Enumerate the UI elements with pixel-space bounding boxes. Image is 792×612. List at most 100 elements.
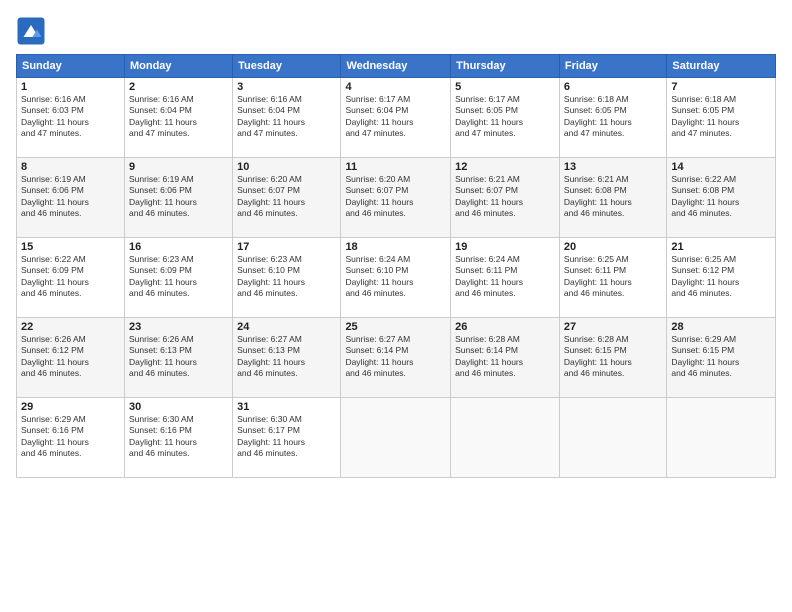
day-info: Sunrise: 6:19 AM Sunset: 6:06 PM Dayligh… <box>21 174 120 220</box>
day-header-thursday: Thursday <box>451 55 560 78</box>
day-number: 16 <box>129 241 228 253</box>
calendar-cell: 26Sunrise: 6:28 AM Sunset: 6:14 PM Dayli… <box>451 318 560 398</box>
day-info: Sunrise: 6:28 AM Sunset: 6:15 PM Dayligh… <box>564 334 662 380</box>
day-info: Sunrise: 6:23 AM Sunset: 6:10 PM Dayligh… <box>237 254 336 300</box>
calendar-cell: 31Sunrise: 6:30 AM Sunset: 6:17 PM Dayli… <box>233 398 341 478</box>
day-number: 25 <box>345 321 446 333</box>
day-header-monday: Monday <box>124 55 232 78</box>
day-info: Sunrise: 6:17 AM Sunset: 6:05 PM Dayligh… <box>455 94 555 140</box>
day-number: 9 <box>129 161 228 173</box>
day-number: 4 <box>345 81 446 93</box>
day-info: Sunrise: 6:20 AM Sunset: 6:07 PM Dayligh… <box>237 174 336 220</box>
calendar-cell: 15Sunrise: 6:22 AM Sunset: 6:09 PM Dayli… <box>17 238 125 318</box>
calendar-cell <box>667 398 776 478</box>
calendar-cell: 29Sunrise: 6:29 AM Sunset: 6:16 PM Dayli… <box>17 398 125 478</box>
calendar-cell <box>559 398 666 478</box>
calendar-cell: 16Sunrise: 6:23 AM Sunset: 6:09 PM Dayli… <box>124 238 232 318</box>
day-number: 11 <box>345 161 446 173</box>
calendar-cell: 6Sunrise: 6:18 AM Sunset: 6:05 PM Daylig… <box>559 78 666 158</box>
day-info: Sunrise: 6:20 AM Sunset: 6:07 PM Dayligh… <box>345 174 446 220</box>
day-number: 1 <box>21 81 120 93</box>
day-number: 21 <box>671 241 771 253</box>
calendar-cell: 4Sunrise: 6:17 AM Sunset: 6:04 PM Daylig… <box>341 78 451 158</box>
day-header-sunday: Sunday <box>17 55 125 78</box>
day-info: Sunrise: 6:16 AM Sunset: 6:04 PM Dayligh… <box>237 94 336 140</box>
day-number: 14 <box>671 161 771 173</box>
day-info: Sunrise: 6:22 AM Sunset: 6:09 PM Dayligh… <box>21 254 120 300</box>
calendar-week-2: 8Sunrise: 6:19 AM Sunset: 6:06 PM Daylig… <box>17 158 776 238</box>
day-info: Sunrise: 6:30 AM Sunset: 6:16 PM Dayligh… <box>129 414 228 460</box>
calendar-cell: 18Sunrise: 6:24 AM Sunset: 6:10 PM Dayli… <box>341 238 451 318</box>
day-number: 20 <box>564 241 662 253</box>
day-number: 23 <box>129 321 228 333</box>
day-number: 15 <box>21 241 120 253</box>
day-number: 8 <box>21 161 120 173</box>
day-number: 13 <box>564 161 662 173</box>
day-info: Sunrise: 6:30 AM Sunset: 6:17 PM Dayligh… <box>237 414 336 460</box>
day-info: Sunrise: 6:26 AM Sunset: 6:12 PM Dayligh… <box>21 334 120 380</box>
day-number: 28 <box>671 321 771 333</box>
day-number: 22 <box>21 321 120 333</box>
calendar-container: SundayMondayTuesdayWednesdayThursdayFrid… <box>0 0 792 612</box>
calendar-week-5: 29Sunrise: 6:29 AM Sunset: 6:16 PM Dayli… <box>17 398 776 478</box>
day-number: 5 <box>455 81 555 93</box>
day-header-wednesday: Wednesday <box>341 55 451 78</box>
day-info: Sunrise: 6:29 AM Sunset: 6:16 PM Dayligh… <box>21 414 120 460</box>
calendar-cell <box>451 398 560 478</box>
day-info: Sunrise: 6:29 AM Sunset: 6:15 PM Dayligh… <box>671 334 771 380</box>
calendar-cell: 27Sunrise: 6:28 AM Sunset: 6:15 PM Dayli… <box>559 318 666 398</box>
day-number: 3 <box>237 81 336 93</box>
day-number: 7 <box>671 81 771 93</box>
day-info: Sunrise: 6:27 AM Sunset: 6:13 PM Dayligh… <box>237 334 336 380</box>
logo-icon <box>16 16 46 46</box>
day-info: Sunrise: 6:27 AM Sunset: 6:14 PM Dayligh… <box>345 334 446 380</box>
day-info: Sunrise: 6:18 AM Sunset: 6:05 PM Dayligh… <box>671 94 771 140</box>
day-number: 19 <box>455 241 555 253</box>
calendar-cell: 22Sunrise: 6:26 AM Sunset: 6:12 PM Dayli… <box>17 318 125 398</box>
calendar-cell: 13Sunrise: 6:21 AM Sunset: 6:08 PM Dayli… <box>559 158 666 238</box>
calendar-cell <box>341 398 451 478</box>
day-info: Sunrise: 6:18 AM Sunset: 6:05 PM Dayligh… <box>564 94 662 140</box>
day-info: Sunrise: 6:25 AM Sunset: 6:11 PM Dayligh… <box>564 254 662 300</box>
day-number: 26 <box>455 321 555 333</box>
day-info: Sunrise: 6:22 AM Sunset: 6:08 PM Dayligh… <box>671 174 771 220</box>
calendar-cell: 3Sunrise: 6:16 AM Sunset: 6:04 PM Daylig… <box>233 78 341 158</box>
logo <box>16 16 50 46</box>
day-number: 17 <box>237 241 336 253</box>
calendar-cell: 11Sunrise: 6:20 AM Sunset: 6:07 PM Dayli… <box>341 158 451 238</box>
calendar-cell: 24Sunrise: 6:27 AM Sunset: 6:13 PM Dayli… <box>233 318 341 398</box>
calendar-week-1: 1Sunrise: 6:16 AM Sunset: 6:03 PM Daylig… <box>17 78 776 158</box>
calendar-cell: 28Sunrise: 6:29 AM Sunset: 6:15 PM Dayli… <box>667 318 776 398</box>
day-number: 2 <box>129 81 228 93</box>
calendar-cell: 14Sunrise: 6:22 AM Sunset: 6:08 PM Dayli… <box>667 158 776 238</box>
day-number: 27 <box>564 321 662 333</box>
day-info: Sunrise: 6:25 AM Sunset: 6:12 PM Dayligh… <box>671 254 771 300</box>
day-info: Sunrise: 6:21 AM Sunset: 6:07 PM Dayligh… <box>455 174 555 220</box>
day-number: 6 <box>564 81 662 93</box>
day-number: 24 <box>237 321 336 333</box>
day-info: Sunrise: 6:16 AM Sunset: 6:04 PM Dayligh… <box>129 94 228 140</box>
day-number: 12 <box>455 161 555 173</box>
day-header-friday: Friday <box>559 55 666 78</box>
calendar-cell: 17Sunrise: 6:23 AM Sunset: 6:10 PM Dayli… <box>233 238 341 318</box>
calendar-cell: 2Sunrise: 6:16 AM Sunset: 6:04 PM Daylig… <box>124 78 232 158</box>
day-info: Sunrise: 6:23 AM Sunset: 6:09 PM Dayligh… <box>129 254 228 300</box>
day-number: 29 <box>21 401 120 413</box>
day-info: Sunrise: 6:16 AM Sunset: 6:03 PM Dayligh… <box>21 94 120 140</box>
day-info: Sunrise: 6:19 AM Sunset: 6:06 PM Dayligh… <box>129 174 228 220</box>
calendar-cell: 12Sunrise: 6:21 AM Sunset: 6:07 PM Dayli… <box>451 158 560 238</box>
day-header-tuesday: Tuesday <box>233 55 341 78</box>
day-number: 18 <box>345 241 446 253</box>
calendar-cell: 30Sunrise: 6:30 AM Sunset: 6:16 PM Dayli… <box>124 398 232 478</box>
day-info: Sunrise: 6:21 AM Sunset: 6:08 PM Dayligh… <box>564 174 662 220</box>
day-number: 10 <box>237 161 336 173</box>
calendar-cell: 21Sunrise: 6:25 AM Sunset: 6:12 PM Dayli… <box>667 238 776 318</box>
calendar-cell: 1Sunrise: 6:16 AM Sunset: 6:03 PM Daylig… <box>17 78 125 158</box>
calendar-week-4: 22Sunrise: 6:26 AM Sunset: 6:12 PM Dayli… <box>17 318 776 398</box>
day-info: Sunrise: 6:26 AM Sunset: 6:13 PM Dayligh… <box>129 334 228 380</box>
day-number: 31 <box>237 401 336 413</box>
day-info: Sunrise: 6:17 AM Sunset: 6:04 PM Dayligh… <box>345 94 446 140</box>
header <box>16 16 776 46</box>
calendar-cell: 19Sunrise: 6:24 AM Sunset: 6:11 PM Dayli… <box>451 238 560 318</box>
day-info: Sunrise: 6:24 AM Sunset: 6:10 PM Dayligh… <box>345 254 446 300</box>
